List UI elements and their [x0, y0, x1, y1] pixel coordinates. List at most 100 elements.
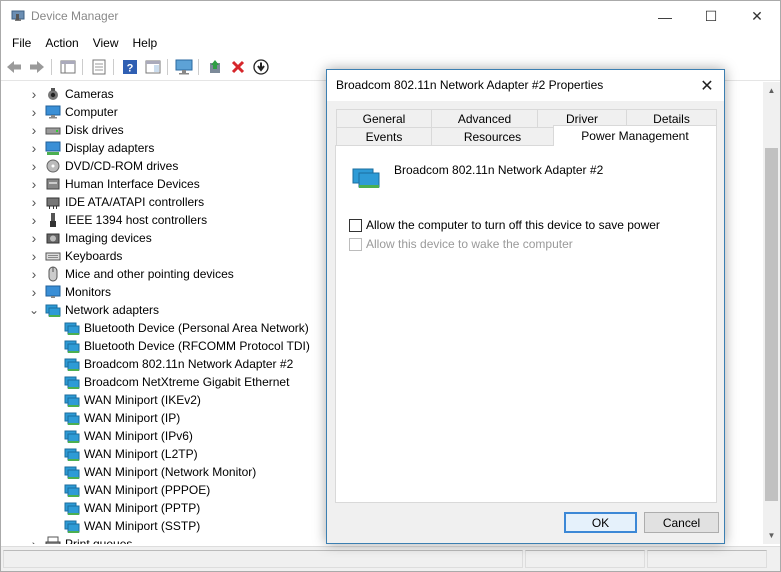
ok-button[interactable]: OK: [564, 512, 637, 533]
menu-view[interactable]: View: [86, 32, 126, 54]
dvd-drive-icon: [46, 159, 60, 173]
tree-category[interactable]: › Mice and other pointing devices: [27, 265, 234, 283]
tree-category[interactable]: › Human Interface Devices: [27, 175, 200, 193]
tree-category-label: Imaging devices: [65, 231, 152, 245]
red-x-icon: [231, 60, 245, 74]
tree-device-item[interactable]: WAN Miniport (PPTP): [64, 499, 200, 517]
tree-category[interactable]: ⌄ Network adapters: [27, 301, 159, 319]
chevron-right-icon[interactable]: ›: [27, 85, 41, 103]
tree-category[interactable]: › Computer: [27, 103, 118, 121]
tree-device-item[interactable]: WAN Miniport (IKEv2): [64, 391, 201, 409]
chevron-right-icon[interactable]: ›: [27, 211, 41, 229]
scroll-down-icon[interactable]: ▼: [763, 527, 780, 544]
printer-icon: [45, 536, 61, 544]
chevron-down-icon[interactable]: ⌄: [27, 301, 41, 319]
ieee1394-icon: [50, 213, 56, 227]
tree-category[interactable]: › Imaging devices: [27, 229, 152, 247]
chevron-right-icon[interactable]: ›: [27, 175, 41, 193]
chevron-right-icon[interactable]: ›: [27, 265, 41, 283]
disk-drive-icon: [45, 127, 61, 135]
network-adapter-icon: [64, 376, 80, 389]
tree-category[interactable]: › Monitors: [27, 283, 111, 301]
network-adapter-icon: [352, 168, 380, 188]
menu-help[interactable]: Help: [126, 32, 165, 54]
network-adapter-icon: [45, 304, 61, 317]
toolbar-separator: [51, 59, 52, 75]
maximize-button[interactable]: ☐: [688, 1, 734, 32]
tree-category-label: Cameras: [65, 87, 114, 101]
status-bar: [1, 546, 780, 571]
tree-category[interactable]: › Keyboards: [27, 247, 123, 265]
power-management-panel: Broadcom 802.11n Network Adapter #2 Allo…: [335, 145, 717, 503]
menu-action[interactable]: Action: [38, 32, 85, 54]
back-button[interactable]: [5, 58, 23, 76]
allow-turn-off-option[interactable]: Allow the computer to turn off this devi…: [349, 217, 660, 233]
chevron-right-icon[interactable]: ›: [27, 157, 41, 175]
forward-button[interactable]: [28, 58, 46, 76]
tree-device-item[interactable]: Bluetooth Device (Personal Area Network): [64, 319, 309, 337]
tree-category[interactable]: › IEEE 1394 host controllers: [27, 211, 207, 229]
tree-device-label: WAN Miniport (SSTP): [84, 519, 201, 533]
scan-hardware-button[interactable]: [175, 58, 193, 76]
minimize-button[interactable]: —: [642, 1, 688, 32]
forward-arrow-icon: [30, 61, 44, 73]
hid-icon: [46, 178, 60, 190]
tab-general[interactable]: General: [336, 109, 432, 128]
dialog-close-button[interactable]: ✕: [690, 70, 724, 101]
tree-category-label: Display adapters: [65, 141, 155, 155]
tree-device-label: WAN Miniport (IPv6): [84, 429, 193, 443]
mouse-icon: [48, 266, 58, 282]
status-cell: [3, 550, 523, 568]
chevron-right-icon[interactable]: ›: [27, 229, 41, 247]
scrollbar-thumb[interactable]: [765, 148, 778, 501]
tree-device-item[interactable]: Broadcom 802.11n Network Adapter #2: [64, 355, 293, 373]
tree-vertical-scrollbar[interactable]: ▲ ▼: [763, 82, 780, 544]
tree-device-item[interactable]: WAN Miniport (IP): [64, 409, 180, 427]
allow-turn-off-label: Allow the computer to turn off this devi…: [366, 218, 660, 232]
tree-category[interactable]: › IDE ATA/ATAPI controllers: [27, 193, 205, 211]
update-driver-button[interactable]: [206, 58, 224, 76]
scroll-up-icon[interactable]: ▲: [763, 82, 780, 99]
device-name: Broadcom 802.11n Network Adapter #2: [394, 163, 604, 177]
chevron-right-icon[interactable]: ›: [27, 535, 41, 544]
tree-category[interactable]: › Disk drives: [27, 121, 124, 139]
camera-icon: [48, 88, 58, 100]
chevron-right-icon[interactable]: ›: [27, 283, 41, 301]
chevron-right-icon[interactable]: ›: [27, 121, 41, 139]
tree-device-item[interactable]: Broadcom NetXtreme Gigabit Ethernet: [64, 373, 289, 391]
tree-device-item[interactable]: WAN Miniport (PPPOE): [64, 481, 210, 499]
show-hide-console-tree-button[interactable]: [59, 58, 77, 76]
tree-device-item[interactable]: WAN Miniport (Network Monitor): [64, 463, 256, 481]
close-button[interactable]: ✕: [734, 1, 780, 32]
tab-power-management[interactable]: Power Management: [553, 125, 717, 146]
tab-advanced[interactable]: Advanced: [431, 109, 538, 128]
help-icon: ?: [123, 60, 137, 75]
tree-category-label: Disk drives: [65, 123, 124, 137]
allow-turn-off-checkbox[interactable]: [349, 218, 362, 232]
tree-category[interactable]: › Print queues: [27, 535, 132, 544]
chevron-right-icon[interactable]: ›: [27, 103, 41, 121]
chevron-right-icon[interactable]: ›: [27, 139, 41, 157]
network-adapter-icon: [64, 412, 80, 425]
tree-device-item[interactable]: WAN Miniport (IPv6): [64, 427, 193, 445]
help-button[interactable]: ?: [121, 58, 139, 76]
tab-resources[interactable]: Resources: [431, 127, 554, 146]
display-adapter-icon: [45, 141, 61, 155]
properties-button[interactable]: [90, 58, 108, 76]
tree-device-item[interactable]: WAN Miniport (L2TP): [64, 445, 198, 463]
tree-device-item[interactable]: Bluetooth Device (RFCOMM Protocol TDI): [64, 337, 310, 355]
cancel-button[interactable]: Cancel: [644, 512, 719, 533]
enable-device-button[interactable]: [252, 58, 270, 76]
tree-device-item[interactable]: WAN Miniport (SSTP): [64, 517, 200, 535]
tree-device-label: WAN Miniport (PPTP): [84, 501, 201, 515]
tab-events[interactable]: Events: [336, 127, 432, 146]
network-adapter-icon: [64, 466, 80, 479]
tree-category[interactable]: › Cameras: [27, 85, 114, 103]
tree-category[interactable]: › DVD/CD-ROM drives: [27, 157, 179, 175]
menu-file[interactable]: File: [5, 32, 38, 54]
action-pane-button[interactable]: [144, 58, 162, 76]
chevron-right-icon[interactable]: ›: [27, 247, 41, 265]
chevron-right-icon[interactable]: ›: [27, 193, 41, 211]
uninstall-device-button[interactable]: [229, 58, 247, 76]
tree-category[interactable]: › Display adapters: [27, 139, 155, 157]
